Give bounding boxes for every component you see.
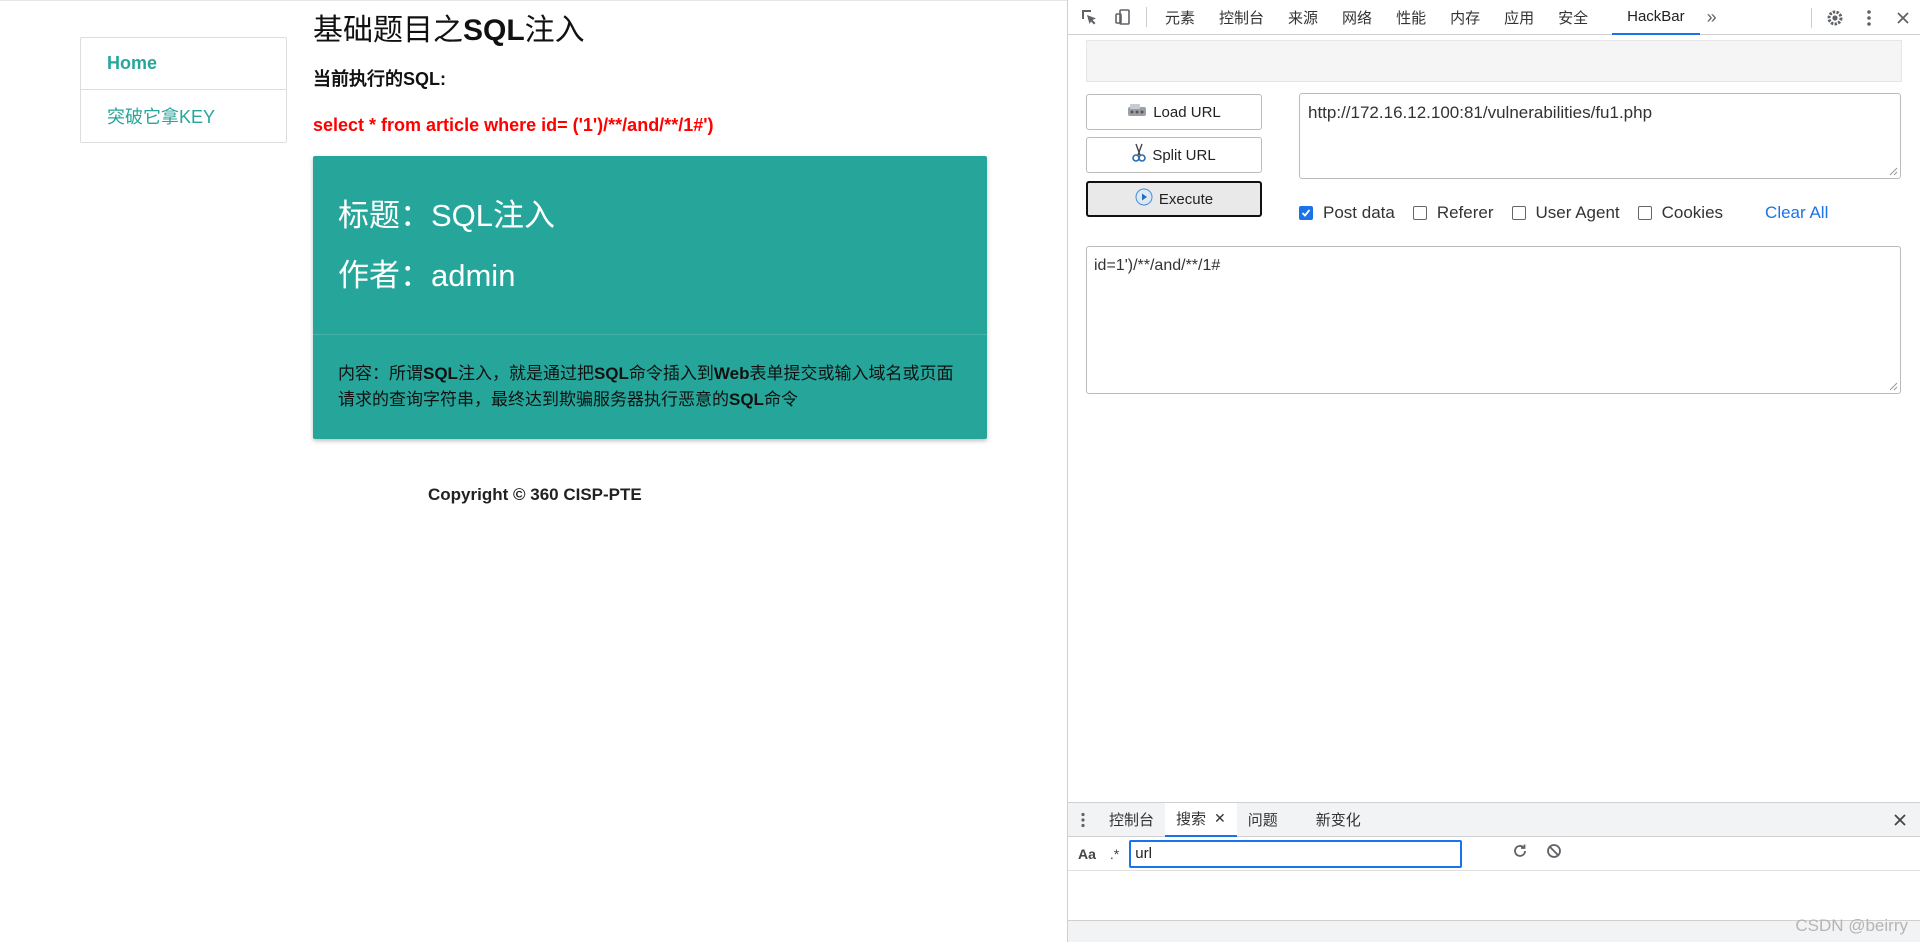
post-data-value: id=1')/**/and/**/1#	[1094, 257, 1221, 274]
copyright: Copyright © 360 CISP-PTE	[428, 485, 642, 504]
tab-hackbar[interactable]: HackBar	[1612, 0, 1700, 35]
tab-security[interactable]: 安全	[1546, 0, 1600, 35]
user-agent-label: User Agent	[1535, 203, 1620, 222]
url-textarea[interactable]: http://172.16.12.100:81/vulnerabilities/…	[1299, 93, 1901, 179]
post-data-label: Post data	[1323, 203, 1395, 222]
tab-separator	[1146, 7, 1147, 27]
tab-console[interactable]: 控制台	[1207, 0, 1276, 35]
kebab-menu-icon[interactable]	[1852, 0, 1886, 35]
drawer-tab-search[interactable]: 搜索 ✕	[1165, 802, 1237, 837]
tab-sources[interactable]: 来源	[1276, 0, 1330, 35]
user-agent-option[interactable]: User Agent	[1511, 203, 1620, 223]
web-page: Home 突破它拿KEY 基础题目之SQL注入 当前执行的SQL: select…	[0, 0, 1067, 942]
toolbar-separator	[1811, 7, 1812, 28]
watermark: CSDN @beirry	[1795, 916, 1908, 935]
drawer-tab-console[interactable]: 控制台	[1098, 803, 1165, 837]
drawer-menu-icon[interactable]	[1068, 803, 1098, 837]
search-actions	[1512, 843, 1562, 864]
clear-all-link[interactable]: Clear All	[1765, 203, 1828, 223]
drawer-status-bar	[1068, 920, 1920, 942]
article-author: 作者：admin	[338, 258, 516, 293]
drawer-tab-bar: 控制台 搜索 ✕ 问题 新变化	[1068, 802, 1920, 837]
referer-checkbox[interactable]	[1412, 206, 1427, 220]
load-url-label: Load URL	[1153, 103, 1221, 121]
cookies-checkbox[interactable]	[1637, 206, 1652, 220]
devtools-toolbar-right	[1805, 0, 1920, 35]
device-toolbar-icon[interactable]	[1106, 0, 1140, 35]
sidebar-nav: Home 突破它拿KEY	[80, 37, 287, 143]
sidebar-item-key[interactable]: 突破它拿KEY	[81, 90, 286, 142]
hackbar-toolbar	[1086, 40, 1902, 82]
search-toolbar: Aa .*	[1068, 837, 1920, 871]
url-value: http://172.16.12.100:81/vulnerabilities/…	[1308, 103, 1653, 122]
referer-label: Referer	[1436, 203, 1494, 222]
executed-sql: select * from article where id= ('1')/**…	[313, 115, 714, 135]
regex-toggle[interactable]: .*	[1110, 846, 1119, 862]
scissors-icon	[1132, 143, 1147, 167]
sidebar-item-key-label: 突破它拿KEY	[107, 107, 216, 127]
hackbar-options: Post data Referer User Agent Cookies Cle…	[1299, 200, 1828, 226]
article-card-header: 标题：SQL注入 作者：admin	[313, 156, 987, 335]
clear-search-icon[interactable]	[1546, 843, 1562, 864]
post-data-checkbox[interactable]	[1299, 206, 1313, 220]
devtools-panel: 元素 控制台 来源 网络 性能 内存 应用 安全 HackBar » Load …	[1067, 0, 1920, 942]
gear-icon[interactable]	[1818, 0, 1852, 35]
article-content: 内容：所谓SQL注入，就是通过把SQL命令插入到Web表单提交或输入域名或页面请…	[338, 364, 954, 409]
load-url-button[interactable]: Load URL	[1086, 94, 1262, 130]
sql-label: 当前执行的SQL:	[313, 69, 446, 89]
more-tabs-icon[interactable]: »	[1700, 0, 1724, 35]
tab-memory[interactable]: 内存	[1438, 0, 1492, 35]
resize-handle-icon[interactable]	[1888, 166, 1898, 176]
sidebar-item-home[interactable]: Home	[81, 38, 286, 90]
resize-handle-icon[interactable]	[1888, 381, 1898, 391]
drawer-tab-search-label: 搜索	[1176, 811, 1207, 828]
user-agent-checkbox[interactable]	[1511, 206, 1526, 220]
article-title: 标题：SQL注入	[338, 198, 556, 233]
inspect-element-icon[interactable]	[1072, 0, 1106, 35]
tab-application[interactable]: 应用	[1492, 0, 1546, 35]
search-input[interactable]	[1129, 839, 1463, 868]
screen: Home 突破它拿KEY 基础题目之SQL注入 当前执行的SQL: select…	[0, 0, 1920, 942]
tab-elements[interactable]: 元素	[1153, 0, 1207, 35]
devtools-tab-bar: 元素 控制台 来源 网络 性能 内存 应用 安全 HackBar »	[1068, 0, 1920, 35]
post-data-option[interactable]: Post data	[1299, 203, 1395, 223]
referer-option[interactable]: Referer	[1412, 203, 1494, 223]
main-content: 基础题目之SQL注入 当前执行的SQL: select * from artic…	[313, 11, 987, 505]
cookies-option[interactable]: Cookies	[1637, 203, 1724, 223]
close-icon[interactable]	[1886, 0, 1920, 35]
drawer-tab-issues[interactable]: 问题	[1237, 803, 1289, 837]
post-data-textarea[interactable]: id=1')/**/and/**/1#	[1086, 246, 1901, 394]
page-title: 基础题目之SQL注入	[313, 14, 585, 47]
tab-network[interactable]: 网络	[1330, 0, 1384, 35]
refresh-icon[interactable]	[1512, 843, 1528, 864]
close-search-tab-icon[interactable]: ✕	[1214, 810, 1226, 827]
devtools-drawer: 控制台 搜索 ✕ 问题 新变化 Aa .*	[1068, 802, 1920, 942]
match-case-toggle[interactable]: Aa	[1078, 846, 1096, 862]
execute-button[interactable]: Execute	[1086, 181, 1262, 217]
load-url-icon	[1127, 102, 1147, 122]
play-icon	[1135, 188, 1153, 210]
tab-performance[interactable]: 性能	[1384, 0, 1438, 35]
cookies-label: Cookies	[1661, 203, 1724, 222]
hackbar-panel: Load URL Split URL Execute http://172.16…	[1068, 36, 1920, 802]
close-drawer-icon[interactable]	[1883, 803, 1917, 837]
drawer-tab-whats-new[interactable]: 新变化	[1305, 803, 1372, 837]
split-url-button[interactable]: Split URL	[1086, 137, 1262, 173]
split-url-label: Split URL	[1152, 146, 1216, 164]
article-card: 标题：SQL注入 作者：admin 内容：所谓SQL注入，就是通过把SQL命令插…	[313, 156, 987, 439]
execute-label: Execute	[1158, 190, 1214, 208]
